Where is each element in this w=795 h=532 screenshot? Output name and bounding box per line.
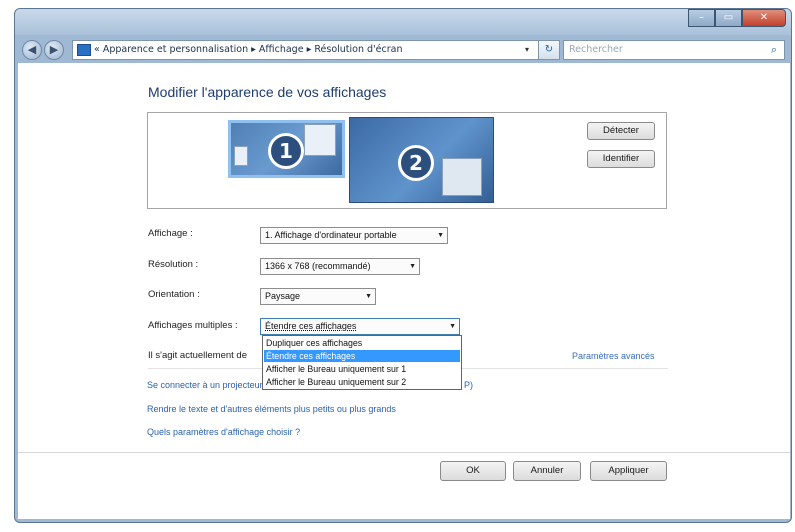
resolution-value: 1366 x 768 (recommandé) (265, 261, 371, 271)
window-controls: – ▭ ✕ (688, 9, 786, 27)
window-thumbnail (234, 146, 248, 166)
close-button[interactable]: ✕ (742, 9, 786, 27)
window-thumbnail (442, 158, 482, 196)
control-panel-icon (77, 43, 91, 56)
resolution-label: Résolution : (148, 259, 199, 270)
refresh-button[interactable]: ↻ (538, 40, 560, 60)
multiple-displays-select[interactable]: Étendre ces affichages ▼ (260, 318, 460, 335)
minimize-button[interactable]: – (688, 9, 715, 27)
multiple-displays-value: Étendre ces affichages (265, 321, 357, 331)
dropdown-option[interactable]: Afficher le Bureau uniquement sur 2 (264, 376, 460, 388)
detect-button[interactable]: Détecter (587, 122, 655, 140)
maximize-button[interactable]: ▭ (715, 9, 742, 27)
chevron-down-icon: ▼ (449, 323, 456, 330)
dropdown-option-selected[interactable]: Étendre ces affichages (264, 350, 460, 362)
search-input[interactable]: Rechercher (563, 40, 785, 60)
apply-button[interactable]: Appliquer (590, 461, 667, 481)
chevron-down-icon: ▼ (409, 263, 416, 270)
connect-projector-link[interactable]: Se connecter à un projecteur (147, 380, 263, 390)
forward-button[interactable]: ▶ (44, 40, 64, 60)
dropdown-option[interactable]: Afficher le Bureau uniquement sur 1 (264, 363, 460, 375)
resolution-select[interactable]: 1366 x 768 (recommandé) ▼ (260, 258, 420, 275)
advanced-settings-link[interactable]: Paramètres avancés (572, 351, 655, 361)
footer-divider (18, 452, 790, 453)
connect-projector-link-tail: P) (464, 380, 473, 390)
multiple-displays-dropdown[interactable]: Dupliquer ces affichages Étendre ces aff… (262, 335, 462, 390)
text-size-link[interactable]: Rendre le texte et d'autres éléments plu… (147, 404, 396, 414)
identify-button[interactable]: Identifier (587, 150, 655, 168)
dropdown-option[interactable]: Dupliquer ces affichages (264, 337, 460, 349)
ok-button[interactable]: OK (440, 461, 506, 481)
multiple-displays-label: Affichages multiples : (148, 320, 238, 331)
current-status-text: Il s'agit actuellement de (148, 350, 247, 361)
display-value: 1. Affichage d'ordinateur portable (265, 230, 397, 240)
chevron-down-icon: ▼ (365, 293, 372, 300)
display-select[interactable]: 1. Affichage d'ordinateur portable ▼ (260, 227, 448, 244)
display-label: Affichage : (148, 228, 193, 239)
orientation-value: Paysage (265, 291, 301, 301)
address-dropdown-icon[interactable]: ▾ (521, 42, 533, 58)
which-settings-link[interactable]: Quels paramètres d'affichage choisir ? (147, 427, 300, 437)
monitor-1-number: 1 (268, 133, 304, 169)
page-title: Modifier l'apparence de vos affichages (148, 84, 387, 100)
orientation-select[interactable]: Paysage ▼ (260, 288, 376, 305)
cancel-button[interactable]: Annuler (513, 461, 581, 481)
search-icon[interactable]: ⌕ (766, 42, 782, 58)
monitor-2-number: 2 (398, 145, 434, 181)
breadcrumb-prefix: « (94, 44, 100, 55)
address-bar[interactable]: « Apparence et personnalisation ▸ Affich… (72, 40, 552, 60)
orientation-label: Orientation : (148, 289, 200, 300)
title-bar[interactable] (15, 9, 791, 35)
back-button[interactable]: ◀ (22, 40, 42, 60)
window-thumbnail (304, 124, 336, 156)
chevron-down-icon: ▼ (437, 232, 444, 239)
breadcrumb[interactable]: Apparence et personnalisation ▸ Affichag… (103, 44, 403, 55)
